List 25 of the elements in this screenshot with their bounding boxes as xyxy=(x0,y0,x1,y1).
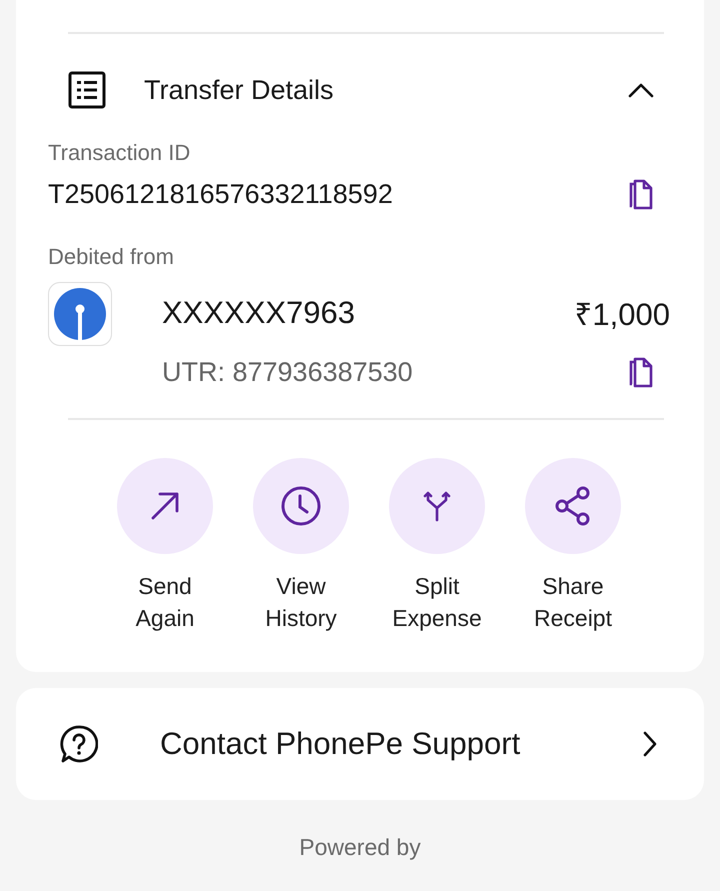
clock-icon xyxy=(280,485,322,527)
action-label: Send Again xyxy=(136,572,194,633)
split-icon xyxy=(423,490,451,522)
amount: ₹1,000 xyxy=(574,296,670,334)
action-label: Split Expense xyxy=(392,572,482,633)
chevron-icon[interactable] xyxy=(628,82,654,98)
action-label: View History xyxy=(265,572,337,633)
copy-icon[interactable] xyxy=(628,356,654,388)
account-number: XXXXXX7963 xyxy=(162,295,356,331)
transaction-id: T2506121816576332118592 xyxy=(48,178,393,210)
copy-icon[interactable] xyxy=(628,178,654,210)
arrow-icon xyxy=(149,490,181,522)
bank-logo xyxy=(48,282,112,346)
utr-number: UTR: 877936387530 xyxy=(162,356,413,388)
list-icon xyxy=(68,71,106,109)
chevron-icon xyxy=(642,731,658,757)
support-row[interactable]: Contact PhonePe Support xyxy=(16,688,704,800)
help-icon xyxy=(60,725,98,763)
support-label: Contact PhonePe Support xyxy=(160,726,522,762)
action-label: Share Receipt xyxy=(534,572,612,633)
field-label: Transaction ID xyxy=(48,140,192,166)
section-title: Transfer Details xyxy=(144,74,335,106)
field-label: Debited from xyxy=(48,244,175,270)
footer-text: Powered by xyxy=(298,834,422,861)
share-icon xyxy=(554,485,592,527)
